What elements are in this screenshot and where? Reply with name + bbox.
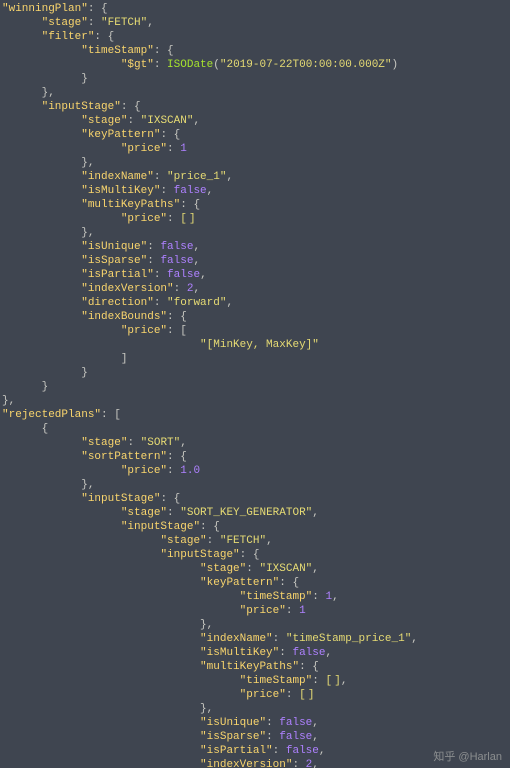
- watermark-text: 知乎 @Harlan: [433, 750, 502, 764]
- json-code-block: "winningPlan": { "stage": "FETCH", "filt…: [0, 0, 510, 768]
